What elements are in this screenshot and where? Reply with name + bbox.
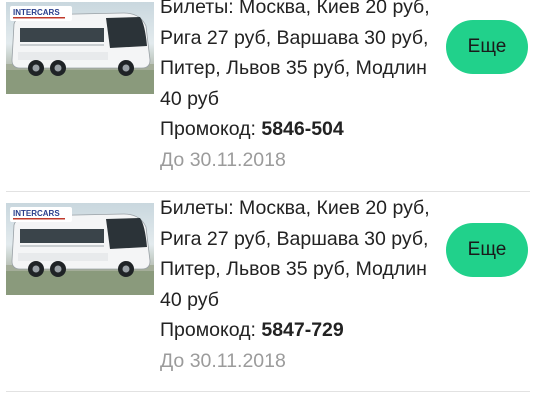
promo-line: Промокод: 5847-729 (160, 315, 450, 346)
offer-card[interactable]: INTERCARS Билеты: Москва, Киев 20 руб, Р… (0, 0, 536, 192)
expiry-date: До 30.11.2018 (160, 349, 286, 372)
offer-card[interactable]: INTERCARS Билеты: Москва, Киев 20 руб, Р… (0, 193, 536, 393)
promo-code[interactable]: 5846-504 (261, 118, 343, 140)
more-button[interactable]: Еще (446, 223, 528, 277)
bus-photo: INTERCARS (6, 203, 154, 295)
expiry-date: До 30.11.2018 (160, 148, 286, 171)
offers-feed: INTERCARS Билеты: Москва, Киев 20 руб, Р… (0, 0, 536, 400)
offer-text: Билеты: Москва, Киев 20 руб, Рига 27 руб… (160, 0, 450, 175)
promo-label: Промокод: (160, 319, 256, 341)
divider (6, 191, 530, 192)
offer-description: Билеты: Москва, Киев 20 руб, Рига 27 руб… (160, 0, 430, 110)
offer-description: Билеты: Москва, Киев 20 руб, Рига 27 руб… (160, 197, 430, 311)
promo-label: Промокод: (160, 118, 256, 140)
brand-logo: INTERCARS (13, 209, 60, 218)
divider (6, 391, 530, 392)
promo-line: Промокод: 5846-504 (160, 114, 450, 145)
more-button[interactable]: Еще (446, 20, 528, 74)
bus-photo: INTERCARS (6, 2, 154, 94)
offer-text: Билеты: Москва, Киев 20 руб, Рига 27 руб… (160, 193, 450, 376)
promo-code[interactable]: 5847-729 (261, 319, 343, 341)
brand-logo: INTERCARS (13, 8, 60, 17)
